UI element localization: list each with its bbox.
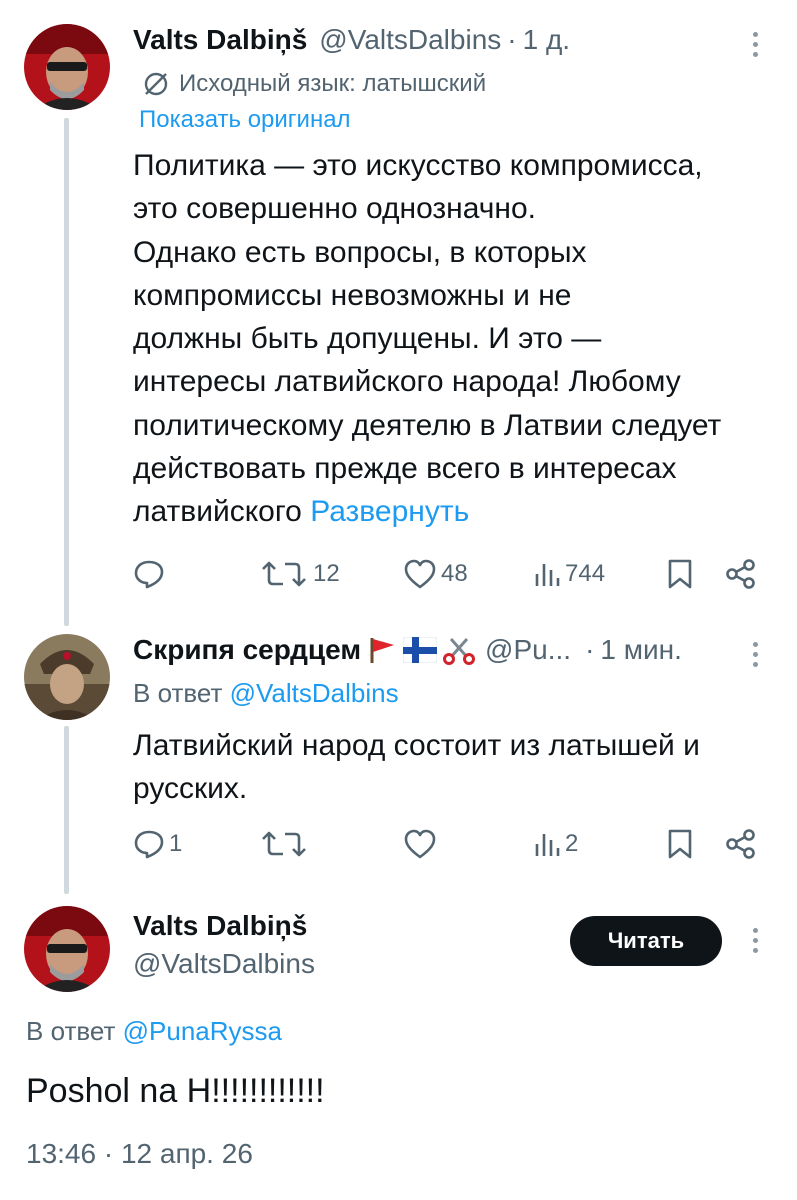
avatar-image [24,906,110,992]
finland-flag-icon [403,637,438,663]
expand-link[interactable]: Развернуть [310,495,469,528]
bookmark-button[interactable] [667,828,693,860]
like-button[interactable] [403,828,441,860]
avatar-image [24,634,110,720]
views-count: 2 [565,830,579,857]
retweet-button[interactable]: 12 [259,558,340,590]
replying-to: В ответ @ValtsDalbins [133,678,399,709]
bookmark-icon [668,829,692,859]
reply-count: 1 [169,830,183,857]
show-original-link[interactable]: Показать оригинал [139,106,351,134]
author-name[interactable]: Скрипя сердцем [133,634,361,666]
author-handle[interactable]: @ValtsDalbins [319,24,501,56]
views-count: 744 [565,560,606,587]
more-icon[interactable] [751,928,759,953]
translate-icon [144,72,168,96]
views-button[interactable]: 2 [533,828,578,860]
tweet-time[interactable]: 1 мин. [600,634,681,666]
action-bar: 1 2 [133,828,763,864]
reply-icon [134,830,164,859]
bookmark-icon [668,559,692,589]
tweet-text: Латвийский народ состоит из латышей и ру… [133,729,700,806]
author-name[interactable]: Valts Dalbiņš [133,24,307,56]
share-icon [726,559,755,589]
retweet-button[interactable] [259,828,313,860]
like-icon [404,829,436,859]
tweet-parent[interactable]: Valts Dalbiņš @ValtsDalbins · 1 д. Исход… [0,0,797,620]
tweet-header: Valts Dalbiņš @ValtsDalbins · 1 д. [133,24,570,56]
like-icon [404,559,436,589]
action-bar: 12 48 744 [133,558,763,594]
thread-view: Valts Dalbiņš @ValtsDalbins · 1 д. Исход… [0,0,797,1200]
more-icon[interactable] [751,32,759,57]
tweet-text: Политика — это искусство компромисса, эт… [133,144,783,534]
translation-label: Исходный язык: латышский [179,70,487,97]
translation-notice: Исходный язык: латышский [143,70,486,98]
avatar[interactable] [24,906,110,992]
share-button[interactable] [725,828,757,860]
reply-mention-link[interactable]: @PunaRyssa [123,1016,282,1046]
read-button[interactable]: Читать [570,916,722,966]
avatar-image [24,24,110,110]
avatar[interactable] [24,634,110,720]
author-handle[interactable]: @Pu... [485,634,571,666]
like-count: 48 [441,560,468,587]
share-button[interactable] [725,558,757,590]
author-name[interactable]: Valts Dalbiņš [133,910,307,942]
retweet-icon [262,561,306,587]
avatar[interactable] [24,24,110,110]
views-icon [535,834,560,856]
replying-to: В ответ @PunaRyssa [26,1016,282,1047]
scissors-icon [443,635,476,665]
tweet-text-content: Политика — это искусство компромисса, эт… [133,149,722,529]
views-button[interactable]: 744 [533,558,605,590]
reply-prefix: В ответ [133,678,223,708]
reply-mention-link[interactable]: @ValtsDalbins [230,678,399,708]
views-icon [535,564,560,586]
retweet-count: 12 [313,560,340,587]
reply-button[interactable]: 1 [133,828,182,860]
share-icon [726,829,755,859]
reply-icon [134,560,164,589]
tweet-reply[interactable]: Скрипя сердцем @Pu... · 1 мин. В ответ @… [0,620,797,900]
separator-dot: · [507,24,517,55]
tweet-header: Скрипя сердцем @Pu... · 1 мин. [133,634,682,666]
red-flag-icon [367,635,397,665]
bookmark-button[interactable] [667,558,693,590]
reply-prefix: В ответ [26,1016,116,1046]
retweet-icon [262,831,306,857]
like-button[interactable]: 48 [403,558,468,590]
reply-button[interactable] [133,558,169,590]
separator-dot: · [585,634,595,665]
more-icon[interactable] [751,642,759,667]
tweet-timestamp[interactable]: 13:46 · 12 апр. 26 [26,1138,253,1170]
author-handle[interactable]: @ValtsDalbins [133,948,315,980]
tweet-time[interactable]: 1 д. [523,24,570,56]
tweet-text: Poshol na H!!!!!!!!!!!! [26,1072,325,1110]
